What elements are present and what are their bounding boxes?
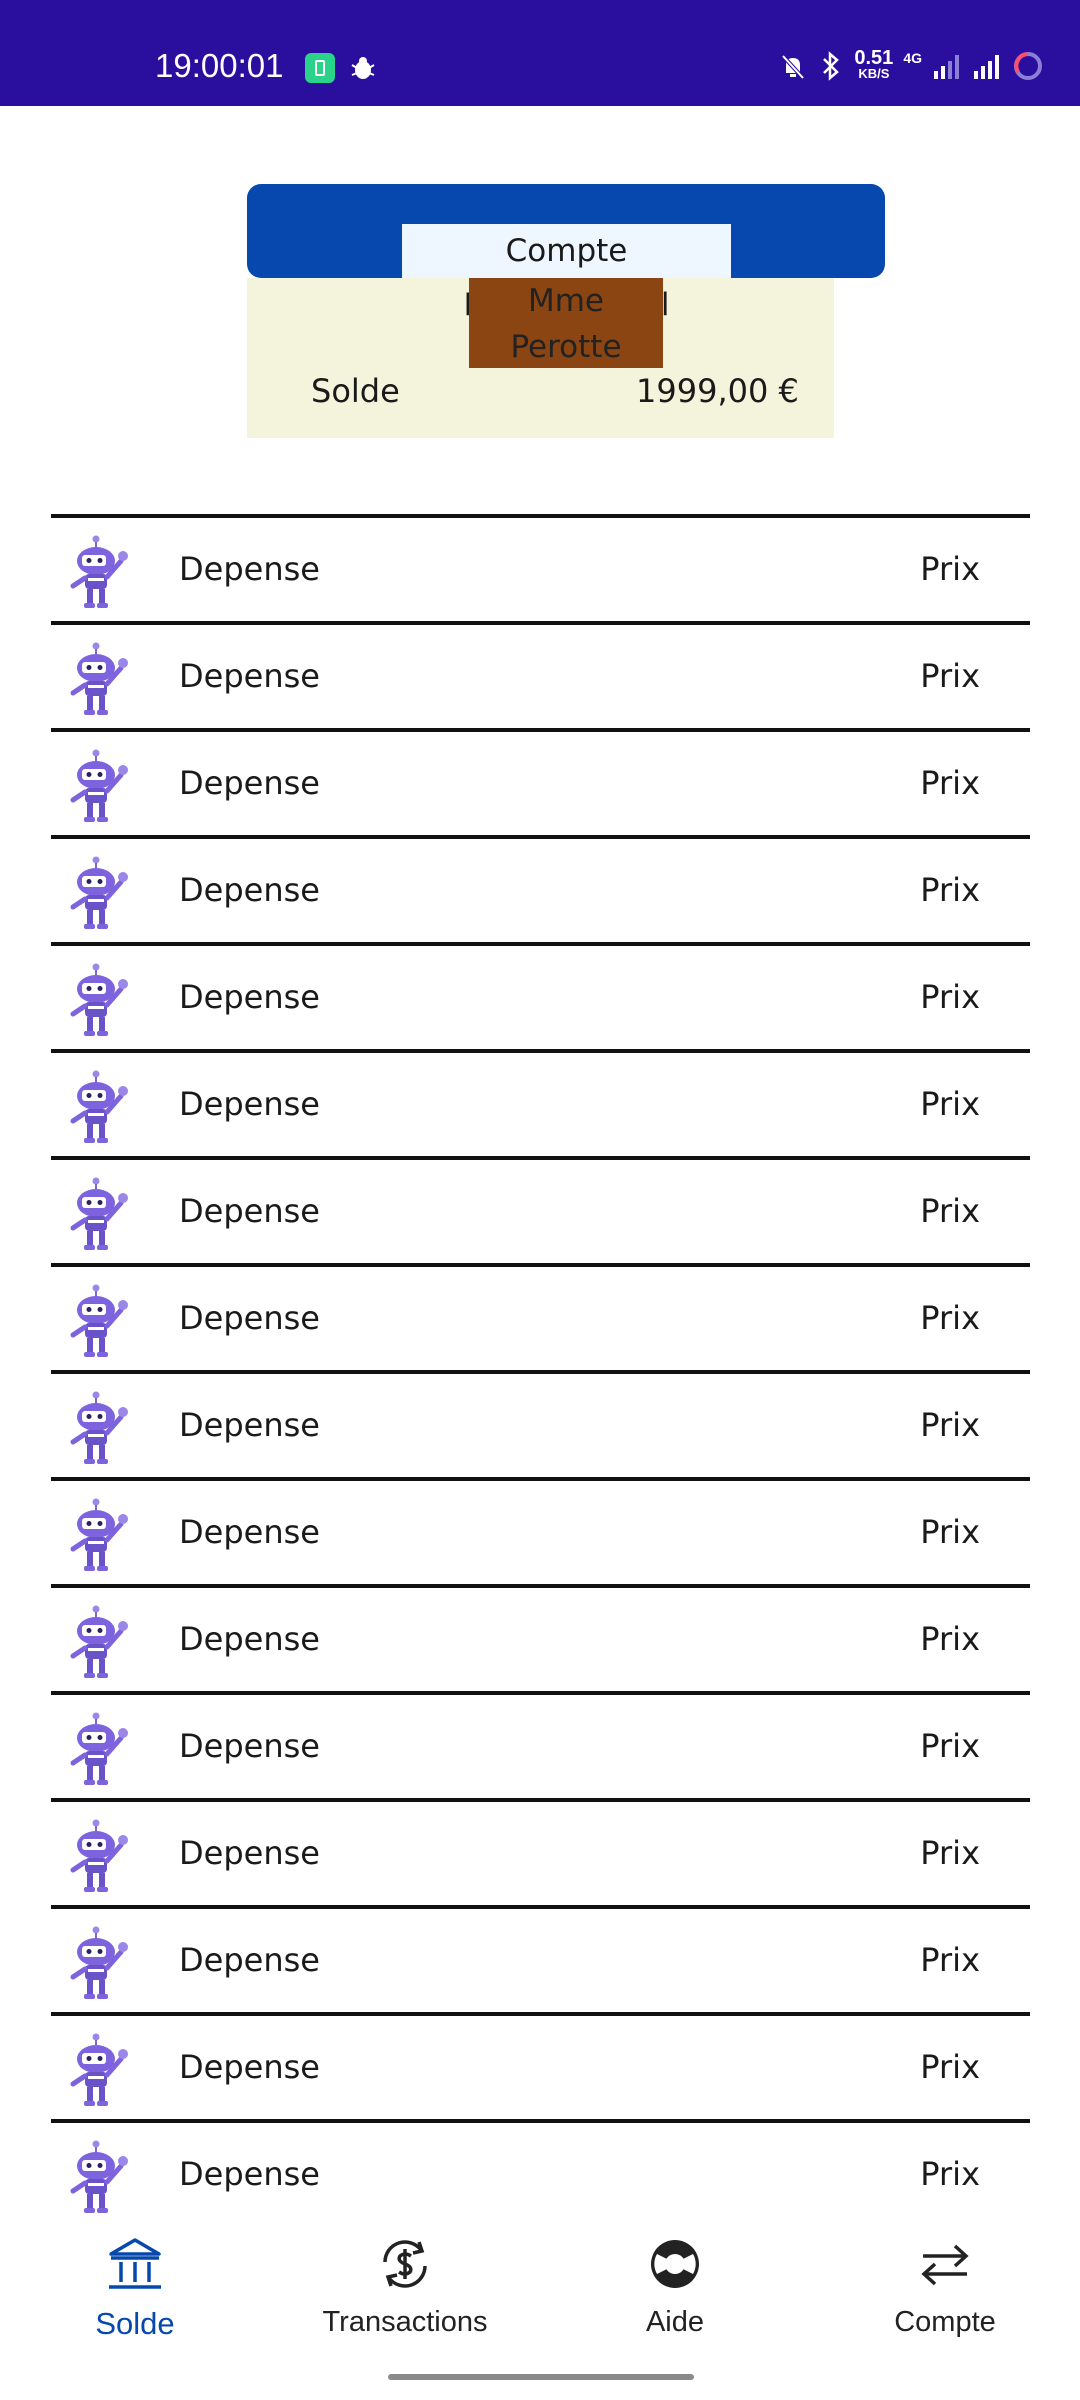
robot-avatar-icon [70, 642, 128, 715]
transaction-price: Prix [920, 871, 980, 909]
transaction-label: Depense [179, 2048, 320, 2086]
transaction-list[interactable]: Depense Prix Depense Prix Depense Prix D… [51, 514, 1030, 2220]
mute-icon [781, 54, 805, 80]
status-bar: 19:00:01 0.51 KB/S 4G [0, 0, 1080, 106]
transaction-price: Prix [920, 1513, 980, 1551]
robot-avatar-icon [70, 1284, 128, 1357]
bluetooth-icon [823, 51, 840, 81]
nav-aide-label: Aide [645, 2306, 705, 2338]
bottom-navigation: Solde Transactions Aide Compte [0, 2220, 1080, 2400]
transaction-row[interactable]: Depense Prix [51, 1370, 1030, 1477]
robot-avatar-icon [70, 749, 128, 822]
transaction-price: Prix [920, 657, 980, 695]
transaction-label: Depense [179, 978, 320, 1016]
transaction-price: Prix [920, 1192, 980, 1230]
transaction-row[interactable]: Depense Prix [51, 1905, 1030, 2012]
robot-avatar-icon [70, 2033, 128, 2106]
transaction-label: Depense [179, 1085, 320, 1123]
transaction-row[interactable]: Depense Prix [51, 2012, 1030, 2119]
transaction-label: Depense [179, 871, 320, 909]
transaction-row[interactable]: Depense Prix [51, 2119, 1030, 2220]
signal-icon-2 [974, 55, 999, 79]
transaction-price: Prix [920, 1406, 980, 1444]
status-icons: 0.51 KB/S 4G [778, 46, 1044, 86]
transaction-price: Prix [920, 1620, 980, 1658]
nav-solde-label: Solde [95, 2306, 175, 2341]
bank-icon [109, 2238, 161, 2289]
transaction-label: Depense [179, 657, 320, 695]
transaction-price: Prix [920, 1834, 980, 1872]
transaction-label: Depense [179, 764, 320, 802]
transaction-label: Depense [179, 1834, 320, 1872]
robot-avatar-icon [70, 1498, 128, 1571]
transaction-price: Prix [920, 1085, 980, 1123]
nav-solde[interactable]: Solde [0, 2232, 270, 2352]
transaction-row[interactable]: Depense Prix [51, 942, 1030, 1049]
transaction-price: Prix [920, 978, 980, 1016]
robot-avatar-icon [70, 1605, 128, 1678]
transaction-row[interactable]: Depense Prix [51, 1584, 1030, 1691]
robot-avatar-icon [70, 1070, 128, 1143]
transaction-label: Depense [179, 1299, 320, 1337]
transaction-row[interactable]: Depense Prix [51, 1156, 1030, 1263]
transaction-label: Depense [179, 1620, 320, 1658]
nav-compte[interactable]: Compte [810, 2232, 1080, 2352]
transaction-price: Prix [920, 764, 980, 802]
transaction-row[interactable]: Depense Prix [51, 1691, 1030, 1798]
transaction-price: Prix [920, 2048, 980, 2086]
bug-icon [351, 57, 375, 79]
nav-transactions-label: Transactions [322, 2306, 488, 2338]
account-owner: Mme Perotte [469, 278, 663, 368]
dollar-sync-icon [383, 2240, 427, 2288]
balance-value: 1999,00 € [636, 372, 799, 410]
robot-avatar-icon [70, 1819, 128, 1892]
swap-arrows-icon [921, 2244, 969, 2286]
signal-icon [934, 55, 959, 79]
transaction-row[interactable]: Depense Prix [51, 621, 1030, 728]
home-indicator[interactable] [388, 2374, 694, 2380]
transaction-label: Depense [179, 1727, 320, 1765]
battery-ring-icon [1014, 52, 1042, 80]
transaction-row[interactable]: Depense Prix [51, 514, 1030, 621]
transaction-row[interactable]: Depense Prix [51, 835, 1030, 942]
lifebuoy-icon [651, 2240, 699, 2288]
robot-avatar-icon [70, 1712, 128, 1785]
transaction-row[interactable]: Depense Prix [51, 728, 1030, 835]
transaction-label: Depense [179, 1941, 320, 1979]
transaction-row[interactable]: Depense Prix [51, 1049, 1030, 1156]
transaction-price: Prix [920, 1941, 980, 1979]
nav-transactions[interactable]: Transactions [270, 2232, 540, 2352]
robot-avatar-icon [70, 1391, 128, 1464]
transaction-price: Prix [920, 1299, 980, 1337]
transaction-label: Depense [179, 1513, 320, 1551]
network-speed-unit: KB/S [858, 66, 890, 81]
account-title: Compte Professionnel [402, 224, 731, 323]
balance-label: Solde [311, 372, 400, 410]
transaction-row[interactable]: Depense Prix [51, 1477, 1030, 1584]
transaction-label: Depense [179, 1192, 320, 1230]
transaction-row[interactable]: Depense Prix [51, 1798, 1030, 1905]
transaction-label: Depense [179, 550, 320, 588]
robot-avatar-icon [70, 535, 128, 608]
transaction-row[interactable]: Depense Prix [51, 1263, 1030, 1370]
transaction-price: Prix [920, 2155, 980, 2193]
transaction-price: Prix [920, 1727, 980, 1765]
robot-avatar-icon [70, 1926, 128, 1999]
status-time: 19:00:01 [155, 47, 284, 84]
network-speed: 0.51 KB/S [854, 48, 893, 82]
robot-avatar-icon [70, 1177, 128, 1250]
nav-compte-label: Compte [894, 2306, 996, 2338]
network-type: 4G [903, 50, 922, 66]
transaction-label: Depense [179, 2155, 320, 2193]
transaction-price: Prix [920, 550, 980, 588]
robot-avatar-icon [70, 2140, 128, 2213]
robot-avatar-icon [70, 963, 128, 1036]
battery-saver-icon [305, 53, 335, 83]
robot-avatar-icon [70, 856, 128, 929]
transaction-label: Depense [179, 1406, 320, 1444]
nav-aide[interactable]: Aide [540, 2232, 810, 2352]
